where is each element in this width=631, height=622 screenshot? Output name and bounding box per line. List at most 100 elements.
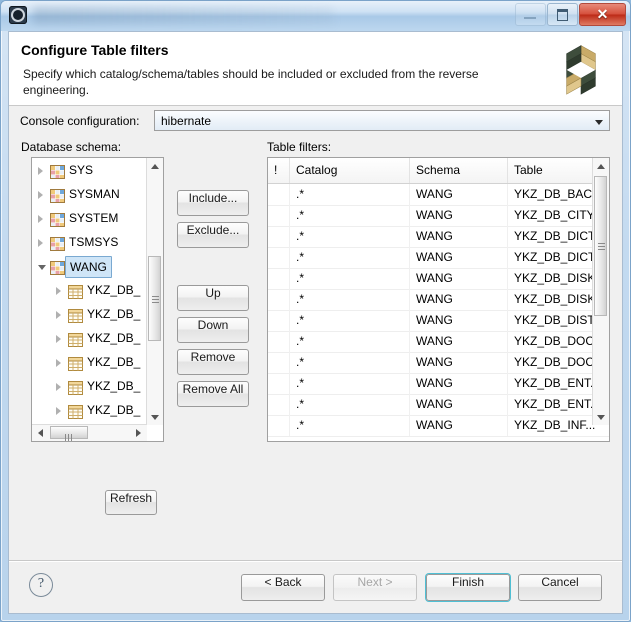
cell-catalog: .* <box>290 226 410 247</box>
cell-flag <box>268 373 290 394</box>
remove-button-label: Remove <box>190 350 236 364</box>
finish-button[interactable]: Finish <box>426 574 510 601</box>
table-row[interactable]: .* WANG YKZ_DB_CITY <box>268 205 609 227</box>
grid-vscroll-thumb[interactable] <box>594 176 607 316</box>
finish-button-label: Finish <box>451 575 484 589</box>
column-header-[interactable]: ! <box>268 158 290 183</box>
chevron-right-icon[interactable] <box>38 167 43 175</box>
cell-schema: WANG <box>410 352 508 373</box>
table-row[interactable]: .* WANG YKZ_DB_ENT... <box>268 373 609 395</box>
tree-item-sys[interactable]: SYS <box>32 158 163 182</box>
cell-catalog: .* <box>290 268 410 289</box>
tree-item-ykz-db[interactable]: YKZ_DB_ <box>32 302 163 326</box>
refresh-button[interactable]: Refresh <box>105 490 157 515</box>
tree-item-system[interactable]: SYSTEM <box>32 206 163 230</box>
cell-catalog: .* <box>290 247 410 268</box>
table-row[interactable]: .* WANG YKZ_DB_DOC... <box>268 352 609 374</box>
table-filters-grid[interactable]: ! Catalog Schema Table .* WANG YKZ_DB_BAC....… <box>267 157 610 442</box>
title-bar[interactable]: ✕ <box>1 1 630 31</box>
chevron-right-icon[interactable] <box>56 287 61 295</box>
grid-vertical-scrollbar[interactable] <box>592 158 609 425</box>
database-schema-label: Database schema: <box>21 140 122 154</box>
tree-scroll-down-button[interactable] <box>147 409 163 425</box>
tree-horizontal-scrollbar[interactable] <box>32 424 147 441</box>
chevron-right-icon[interactable] <box>38 239 43 247</box>
table-row[interactable]: .* WANG YKZ_DB_DIST... <box>268 310 609 332</box>
remove-button[interactable]: Remove <box>177 349 249 375</box>
tree-hscroll-thumb[interactable] <box>50 426 88 441</box>
cell-catalog: .* <box>290 394 410 415</box>
table-filters-label: Table filters: <box>267 140 332 154</box>
cell-flag <box>268 415 290 436</box>
tree-item-ykz-db[interactable]: YKZ_DB_ <box>32 374 163 398</box>
exclude-button[interactable]: Exclude... <box>177 222 249 248</box>
tree-scroll-left-button[interactable] <box>32 425 48 441</box>
chevron-right-icon[interactable] <box>56 311 61 319</box>
tree-scroll-up-button[interactable] <box>147 158 163 174</box>
cell-schema: WANG <box>410 247 508 268</box>
close-button[interactable]: ✕ <box>579 3 626 26</box>
cancel-button[interactable]: Cancel <box>518 574 602 601</box>
tree-item-ykz-db[interactable]: YKZ_DB_ <box>32 398 163 422</box>
chevron-down-icon[interactable] <box>38 265 46 270</box>
chevron-right-icon[interactable] <box>56 335 61 343</box>
help-icon[interactable]: ? <box>29 573 53 597</box>
cell-catalog: .* <box>290 373 410 394</box>
remove-all-button[interactable]: Remove All <box>177 381 249 407</box>
tree-vertical-scrollbar[interactable] <box>146 158 163 425</box>
cell-schema: WANG <box>410 373 508 394</box>
table-row[interactable]: .* WANG YKZ_DB_DISK... <box>268 289 609 311</box>
chevron-right-icon[interactable] <box>56 359 61 367</box>
down-button-label: Down <box>197 318 229 332</box>
tree-scroll-right-button[interactable] <box>131 425 147 441</box>
table-row[interactable]: .* WANG YKZ_DB_INF... <box>268 415 609 437</box>
column-header-catalog[interactable]: Catalog <box>290 158 410 183</box>
back-button[interactable]: < Back <box>241 574 325 601</box>
console-configuration-value: hibernate <box>161 114 212 128</box>
cell-schema: WANG <box>410 184 508 205</box>
tree-item-tsmsys[interactable]: TSMSYS <box>32 230 163 254</box>
chevron-right-icon[interactable] <box>56 407 61 415</box>
up-button[interactable]: Up <box>177 285 249 311</box>
grid-scroll-up-button[interactable] <box>593 158 609 174</box>
grid-scroll-down-button[interactable] <box>593 409 609 425</box>
table-row[interactable]: .* WANG YKZ_DB_ENT... <box>268 394 609 416</box>
tree-item-ykz-db[interactable]: YKZ_DB_ <box>32 350 163 374</box>
tree-item-label: YKZ_DB_ <box>87 403 141 417</box>
tree-item-ykz-db[interactable]: YKZ_DB_ <box>32 326 163 350</box>
cell-schema: WANG <box>410 226 508 247</box>
table-row[interactable]: .* WANG YKZ_DB_DICT... <box>268 226 609 248</box>
chevron-right-icon[interactable] <box>38 191 43 199</box>
include-button[interactable]: Include... <box>177 190 249 216</box>
minimize-button[interactable] <box>515 3 546 26</box>
console-configuration-select[interactable]: hibernate <box>154 110 610 131</box>
up-button-label: Up <box>205 286 221 300</box>
table-row[interactable]: .* WANG YKZ_DB_BAC... <box>268 184 609 206</box>
tree-item-label: YKZ_DB_ <box>87 283 141 297</box>
chevron-right-icon[interactable] <box>38 215 43 223</box>
table-icon <box>68 331 83 347</box>
tree-vscroll-thumb[interactable] <box>148 256 161 341</box>
tree-item-sysman[interactable]: SYSMAN <box>32 182 163 206</box>
cell-catalog: .* <box>290 415 410 436</box>
tree-item-ykz-db[interactable]: YKZ_DB_ <box>32 278 163 302</box>
down-button[interactable]: Down <box>177 317 249 343</box>
cell-flag <box>268 205 290 226</box>
back-button-label: < Back <box>264 575 302 589</box>
hibernate-logo-icon <box>566 45 596 95</box>
cell-flag <box>268 310 290 331</box>
include-button-label: Include... <box>188 191 238 205</box>
chevron-right-icon[interactable] <box>56 383 61 391</box>
console-configuration-label: Console configuration: <box>20 114 140 128</box>
tree-item-label: SYSMAN <box>69 187 120 201</box>
table-row[interactable]: .* WANG YKZ_DB_DICT... <box>268 247 609 269</box>
cell-flag <box>268 289 290 310</box>
tree-item-wang[interactable]: WANG <box>32 254 163 278</box>
table-row[interactable]: .* WANG YKZ_DB_DOC... <box>268 331 609 353</box>
column-header-schema[interactable]: Schema <box>410 158 508 183</box>
dialog-window: ✕ Configure Table filters Specify which … <box>0 0 631 622</box>
table-row[interactable]: .* WANG YKZ_DB_DISK... <box>268 268 609 290</box>
cell-schema: WANG <box>410 268 508 289</box>
database-schema-tree[interactable]: SYS SYSMAN SYSTEM TSMSYS WANG YKZ_DB_ YKZ_DB_ Y… <box>31 157 164 442</box>
maximize-button[interactable] <box>547 3 578 26</box>
